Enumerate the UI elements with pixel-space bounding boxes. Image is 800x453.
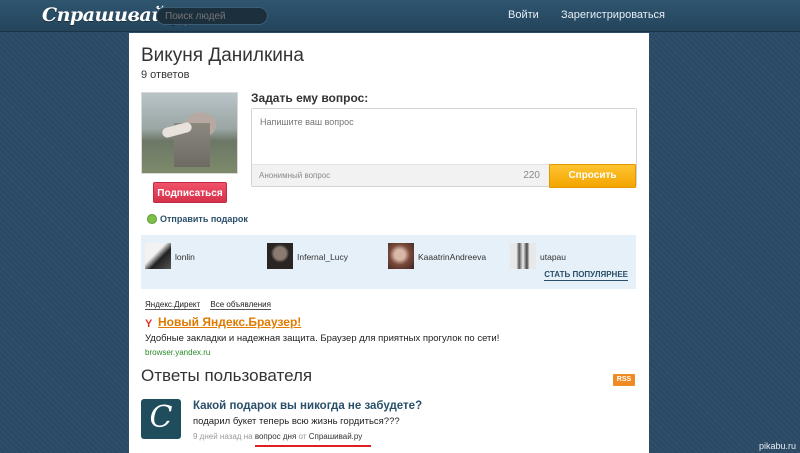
all-ads-link[interactable]: Все объявления [210,300,271,310]
answer-question-link[interactable]: Какой подарок вы никогда не забудете? [193,400,422,412]
user-avatar [267,243,293,269]
answer-text: подарил букет теперь всю жизнь гордиться… [193,416,400,427]
ads-header: Яндекс.Директ Все объявления [145,300,279,310]
ad-title-link[interactable]: Новый Яндекс.Браузер! [158,315,301,329]
ask-button[interactable]: Спросить [549,164,636,188]
ask-question-label: Задать ему вопрос: [251,91,369,105]
question-textarea[interactable] [252,109,636,164]
answer-on-word: на [243,432,253,441]
user-name: Infernal_Lucy [297,252,349,262]
anonymous-question-option[interactable]: Анонимный вопрос [259,171,330,180]
answer-from-word: от [298,432,307,441]
profile-avatar [141,92,238,174]
user-answers-title: Ответы пользователя [141,366,313,385]
top-navigation-bar: Спрашивай.ру Войти Зарегистрироваться [0,0,800,32]
user-avatar [510,243,536,269]
rss-button[interactable]: RSS [613,374,635,386]
red-highlight-underline [255,445,371,447]
site-logo-icon: C [141,399,181,439]
answers-count: 9 ответов [141,69,190,81]
question-of-day-link[interactable]: вопрос дня [255,432,296,441]
yandex-direct-link[interactable]: Яндекс.Директ [145,300,201,310]
profile-panel: Викуня Данилкина 9 ответов Подписаться О… [129,33,649,453]
search-people-input[interactable] [156,7,268,25]
login-link[interactable]: Войти [508,9,539,21]
ad-text: Удобные закладки и надежная защита. Брау… [145,333,500,344]
gift-icon [147,214,157,224]
char-counter: 220 [523,170,540,181]
watermark: pikabu.ru [758,441,796,451]
user-avatar [145,243,171,269]
ad-url-link[interactable]: browser.yandex.ru [145,348,210,357]
yandex-y-icon: Y [145,318,153,330]
answer-meta: 9 дней назад на вопрос дня от Спрашивай.… [193,432,362,441]
profile-name: Викуня Данилкина [141,45,304,66]
question-options-bar: Анонимный вопрос 220 [252,164,550,186]
user-name: KaaatrinAndreeva [418,252,487,262]
subscribe-button[interactable]: Подписаться [153,182,227,203]
user-avatar [388,243,414,269]
user-name: lonlin [175,252,195,262]
popular-users-strip: lonlin Infernal_Lucy KaaatrinAndreeva ut… [141,235,636,289]
send-gift-link[interactable]: Отправить подарок [160,214,248,224]
user-name: utapau [540,252,566,262]
source-site-link[interactable]: Спрашивай.ру [309,432,363,441]
answer-time: 9 дней назад [193,432,242,441]
register-link[interactable]: Зарегистрироваться [561,9,665,21]
become-popular-link[interactable]: СТАТЬ ПОПУЛЯРНЕЕ [544,270,628,281]
